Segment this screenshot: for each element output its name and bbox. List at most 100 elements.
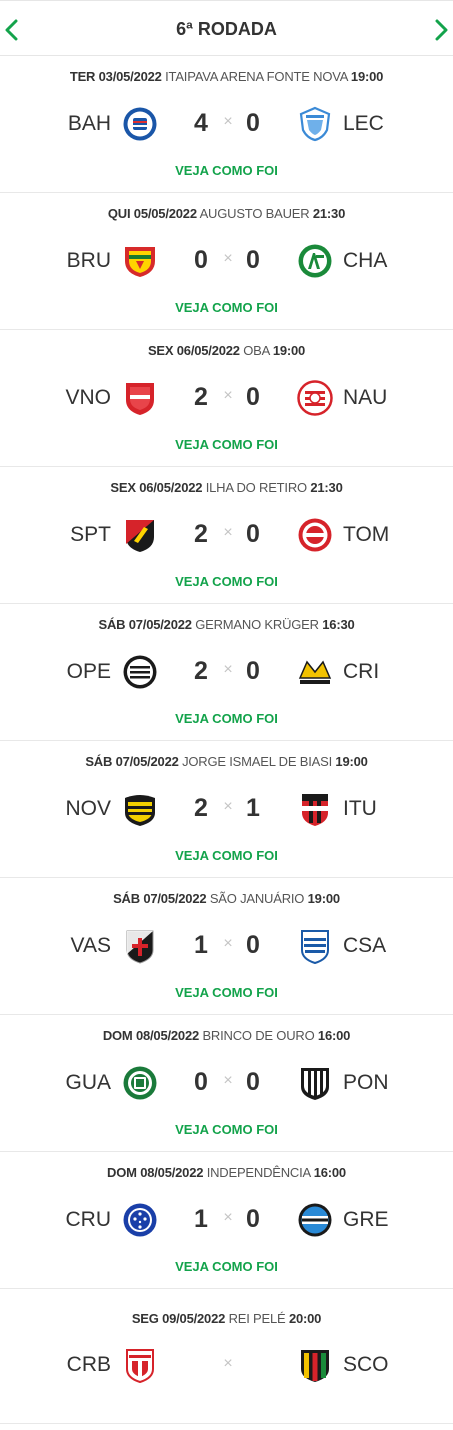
match-time: 20:00 [288, 1311, 322, 1326]
match-card: SEG 09/05/2022 REI PELÉ 20:00 CRB × SCO [0, 1289, 453, 1424]
match-info: DOM 08/05/2022 BRINCO DE OURO 16:00 [0, 1028, 453, 1043]
away-score: 0 [246, 109, 260, 137]
match-time: 21:30 [310, 480, 343, 495]
vasco-crest-icon [122, 928, 158, 964]
sampaio-correa-crest-icon [297, 1347, 333, 1383]
match-info: QUI 05/05/2022 AUGUSTO BAUER 21:30 [0, 206, 453, 221]
home-score: 2 [194, 794, 208, 822]
home-team-abbr: BRU [66, 249, 111, 272]
versus-separator: × [223, 387, 233, 404]
versus-separator: × [223, 1072, 233, 1089]
away-team-abbr: CSA [343, 934, 387, 957]
match-info: TER 03/05/2022 ITAIPAVA ARENA FONTE NOVA… [0, 69, 453, 84]
match-time: 16:30 [322, 617, 355, 632]
away-team-abbr: NAU [343, 386, 388, 409]
match-time: 19:00 [307, 891, 340, 906]
match-venue: OBA [243, 343, 270, 358]
match-card: SÁB 07/05/2022 GERMANO KRÜGER 16:30 OPE … [0, 604, 453, 741]
away-score: 1 [246, 794, 260, 822]
match-card: SEX 06/05/2022 OBA 19:00 VNO 2 × 0 NAU V… [0, 330, 453, 467]
match-venue: ILHA DO RETIRO [205, 480, 307, 495]
away-team-abbr: GRE [343, 1208, 389, 1231]
novorizontino-crest-icon [122, 791, 158, 827]
match-venue: REI PELÉ [228, 1311, 286, 1326]
nautico-crest-icon [297, 380, 333, 416]
ituano-crest-icon [297, 791, 333, 827]
match-venue: JORGE ISMAEL DE BIASI [182, 754, 332, 769]
home-score: 2 [194, 383, 208, 411]
match-time: 21:30 [312, 206, 346, 221]
home-score: 2 [194, 657, 208, 685]
away-score: 0 [246, 246, 260, 274]
home-score: 0 [194, 1068, 208, 1096]
match-details-link[interactable]: VEJA COMO FOI [0, 300, 453, 315]
chevron-right-icon[interactable] [431, 19, 451, 41]
home-score: 1 [194, 931, 208, 959]
tombense-crest-icon [297, 517, 333, 553]
away-team-abbr: ITU [343, 797, 377, 820]
match-info: SÁB 07/05/2022 GERMANO KRÜGER 16:30 [0, 617, 453, 632]
match-details-link[interactable]: VEJA COMO FOI [0, 711, 453, 726]
match-venue: AUGUSTO BAUER [199, 206, 310, 221]
match-date: SÁB 07/05/2022 [98, 617, 192, 632]
match-venue: GERMANO KRÜGER [195, 617, 319, 632]
match-details-link[interactable]: VEJA COMO FOI [0, 574, 453, 589]
match-date: TER 03/05/2022 [69, 69, 162, 84]
match-time: 19:00 [272, 343, 306, 358]
versus-separator: × [223, 661, 233, 678]
home-score: 2 [194, 520, 208, 548]
vila-nova-crest-icon [122, 380, 158, 416]
match-card: TER 03/05/2022 ITAIPAVA ARENA FONTE NOVA… [0, 56, 453, 193]
londrina-crest-icon [297, 106, 333, 142]
home-team-abbr: GUA [65, 1071, 111, 1094]
versus-separator: × [223, 113, 233, 130]
cruzeiro-crest-icon [122, 1202, 158, 1238]
away-score: 0 [246, 1205, 260, 1233]
home-team-abbr: NOV [65, 797, 111, 820]
versus-separator: × [223, 250, 233, 267]
away-score: 0 [246, 1068, 260, 1096]
match-date: SÁB 07/05/2022 [85, 754, 179, 769]
match-details-link[interactable]: VEJA COMO FOI [0, 848, 453, 863]
match-date: QUI 05/05/2022 [107, 206, 197, 221]
match-card: SÁB 07/05/2022 SÃO JANUÁRIO 19:00 VAS 1 … [0, 878, 453, 1015]
away-team-abbr: PON [343, 1071, 389, 1094]
away-team-abbr: SCO [343, 1353, 389, 1376]
csa-crest-icon [297, 928, 333, 964]
match-date: DOM 08/05/2022 [102, 1028, 200, 1043]
away-score: 0 [246, 383, 260, 411]
operario-crest-icon [122, 654, 158, 690]
away-score: 0 [246, 520, 260, 548]
versus-separator: × [223, 798, 233, 815]
match-details-link[interactable]: VEJA COMO FOI [0, 1259, 453, 1274]
match-info: SEG 09/05/2022 REI PELÉ 20:00 [0, 1311, 453, 1326]
away-team-abbr: LEC [343, 112, 384, 135]
round-title: 6ª RODADA [176, 19, 277, 39]
round-header: 6ª RODADA [0, 0, 453, 56]
match-info: DOM 08/05/2022 INDEPENDÊNCIA 16:00 [0, 1165, 453, 1180]
home-score: 0 [194, 246, 208, 274]
versus-separator: × [223, 1209, 233, 1226]
match-details-link[interactable]: VEJA COMO FOI [0, 437, 453, 452]
match-details-link[interactable]: VEJA COMO FOI [0, 1122, 453, 1137]
match-info: SÁB 07/05/2022 SÃO JANUÁRIO 19:00 [0, 891, 453, 906]
match-time: 16:00 [317, 1028, 351, 1043]
home-team-abbr: CRB [66, 1353, 111, 1376]
match-details-link[interactable]: VEJA COMO FOI [0, 163, 453, 178]
home-score: 4 [194, 109, 208, 137]
home-team-abbr: OPE [66, 660, 111, 683]
away-team-abbr: CHA [343, 249, 388, 272]
brusque-crest-icon [122, 243, 158, 279]
match-date: SEG 09/05/2022 [131, 1311, 226, 1326]
guarani-crest-icon [122, 1065, 158, 1101]
match-details-link[interactable]: VEJA COMO FOI [0, 985, 453, 1000]
match-date: SEX 06/05/2022 [147, 343, 240, 358]
home-team-abbr: VNO [65, 386, 111, 409]
match-venue: INDEPENDÊNCIA [206, 1165, 311, 1180]
versus-separator: × [223, 1355, 233, 1372]
match-venue: BRINCO DE OURO [202, 1028, 315, 1043]
match-card: SÁB 07/05/2022 JORGE ISMAEL DE BIASI 19:… [0, 741, 453, 878]
home-team-abbr: BAH [67, 112, 111, 135]
away-team-abbr: CRI [343, 660, 380, 683]
criciuma-crest-icon [297, 654, 333, 690]
